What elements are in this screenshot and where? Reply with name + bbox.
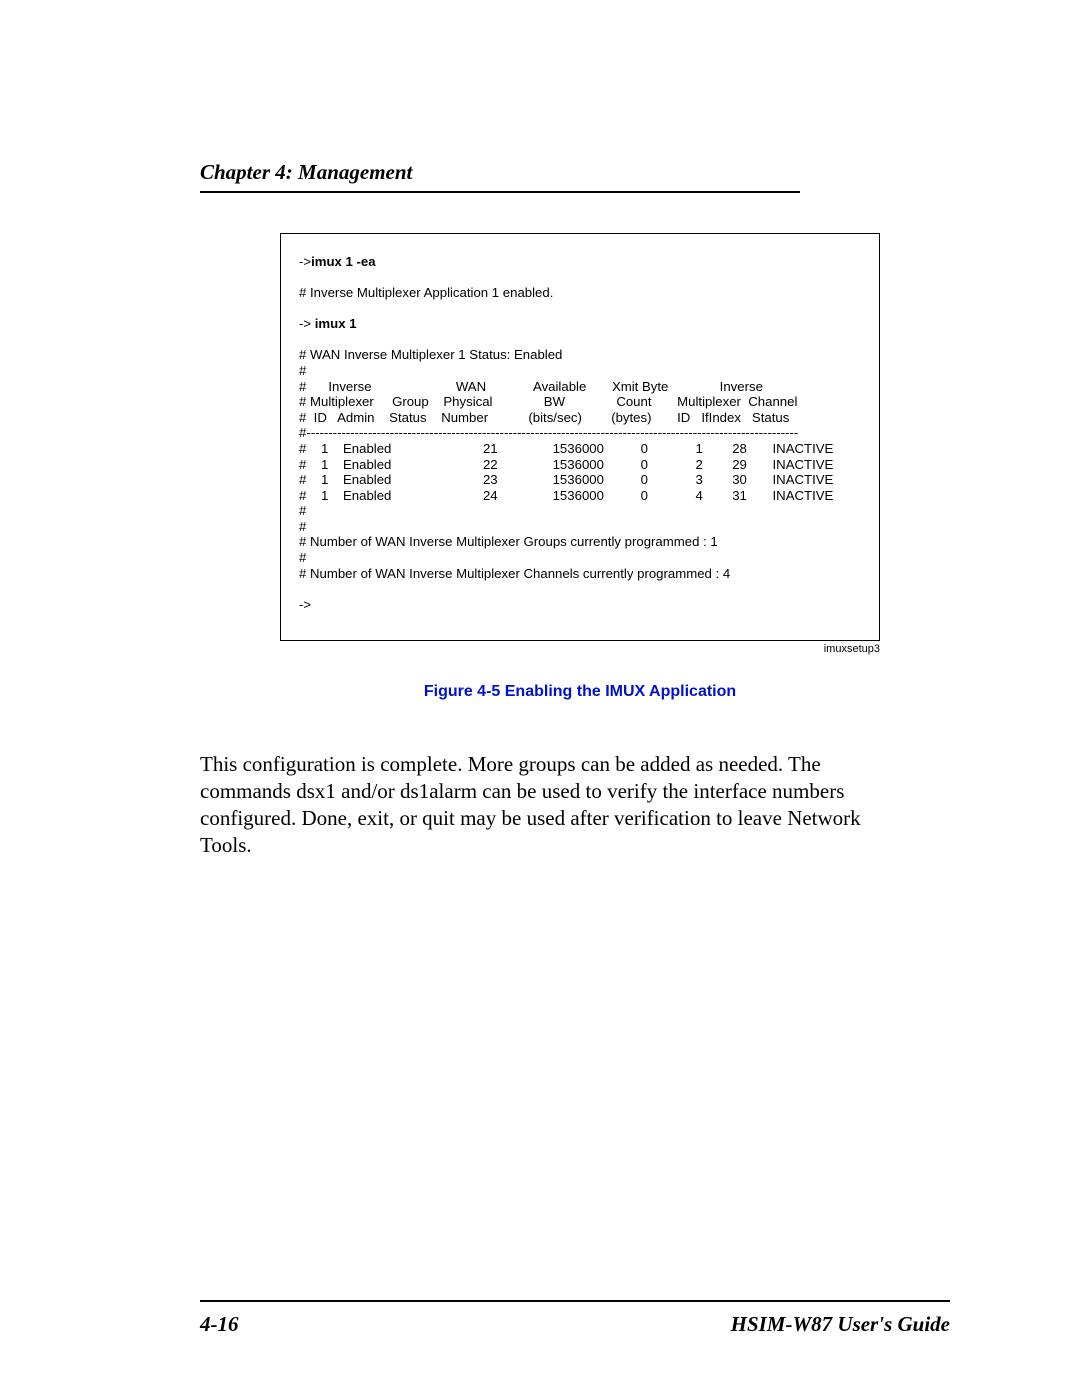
header-row2: # Multiplexer Group Physical BW Count Mu… — [299, 394, 797, 409]
header-row1: # Inverse WAN Available Xmit Byte Invers… — [299, 379, 763, 394]
hash: # — [299, 519, 306, 534]
table-row: # 1 Enabled 22 1536000 0 2 29 INACTIVE — [299, 457, 833, 472]
table-row: # 1 Enabled 23 1536000 0 3 30 INACTIVE — [299, 472, 833, 487]
status-line: # WAN Inverse Multiplexer 1 Status: Enab… — [299, 347, 562, 362]
hash: # — [299, 550, 306, 565]
cmd2: imux 1 — [315, 316, 357, 331]
header-row3: # ID Admin Status Number (bits/sec) (byt… — [299, 410, 789, 425]
channels-line: # Number of WAN Inverse Multiplexer Chan… — [299, 566, 730, 581]
figure-caption: Figure 4-5 Enabling the IMUX Application — [280, 683, 880, 701]
terminal-output-box: ->imux 1 -ea # Inverse Multiplexer Appli… — [280, 233, 880, 641]
groups-line: # Number of WAN Inverse Multiplexer Grou… — [299, 534, 718, 549]
prompt: -> — [299, 597, 311, 612]
footer-row: 4-16 HSIM-W87 User's Guide — [200, 1312, 950, 1337]
cmd1: imux 1 -ea — [311, 254, 376, 269]
header-rule — [200, 191, 800, 193]
figure-small-label: imuxsetup3 — [280, 643, 880, 655]
chapter-label: Chapter 4: — [200, 160, 293, 184]
footer-rule — [200, 1300, 950, 1302]
body-paragraph: This configuration is complete. More gro… — [200, 751, 880, 859]
chapter-title: Management — [293, 160, 413, 184]
cmd2-prefix: -> — [299, 316, 315, 331]
divider: #---------------------------------------… — [299, 425, 798, 440]
hash: # — [299, 363, 306, 378]
page-footer: 4-16 HSIM-W87 User's Guide — [200, 1300, 950, 1337]
cmd1-prefix: -> — [299, 254, 311, 269]
page-container: Chapter 4: Management ->imux 1 -ea # Inv… — [0, 0, 1080, 1397]
guide-title: HSIM-W87 User's Guide — [731, 1312, 950, 1337]
table-row: # 1 Enabled 21 1536000 0 1 28 INACTIVE — [299, 441, 833, 456]
page-number: 4-16 — [200, 1312, 239, 1337]
table-row: # 1 Enabled 24 1536000 0 4 31 INACTIVE — [299, 488, 833, 503]
enabled-msg: # Inverse Multiplexer Application 1 enab… — [299, 285, 553, 300]
chapter-header: Chapter 4: Management — [200, 160, 950, 185]
hash: # — [299, 503, 306, 518]
